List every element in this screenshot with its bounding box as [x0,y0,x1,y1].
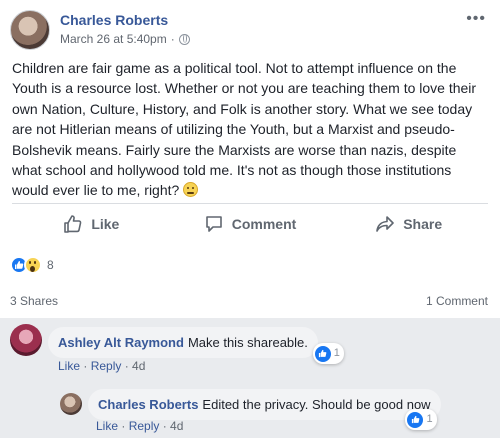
author-avatar[interactable] [10,10,50,50]
commenter-avatar[interactable] [10,324,42,356]
more-options-icon[interactable]: ••• [466,10,486,28]
comment-bubble: Ashley Alt Raymond Make this shareable. 1 [48,327,344,364]
post-body: Children are fair game as a political to… [12,58,488,201]
thumbs-up-icon [64,215,82,233]
like-button-label: Like [91,216,120,232]
comment-actions: Like · Reply · 4d [58,359,146,373]
shares-count[interactable]: 3 Shares [10,294,58,308]
meta-separator: · [170,32,175,46]
comment-age: 4d [132,359,146,373]
comment-reply-link[interactable]: Reply [91,359,122,373]
share-icon [376,216,395,232]
comment: Ashley Alt Raymond Make this shareable. 1 [10,324,344,364]
reply-actions: Like · Reply · 4d [96,419,184,433]
reply: Charles Roberts Edited the privacy. Shoul… [60,389,441,430]
globe-icon[interactable] [178,33,190,45]
post-meta: March 26 at 5:40pm · [60,32,190,46]
reply-age: 4d [170,419,184,433]
reply-like-link[interactable]: Like [96,419,118,433]
comment-button[interactable]: Comment [171,206,330,242]
like-button[interactable]: Like [12,206,171,242]
comment-icon [205,216,222,232]
like-reaction-icon [407,411,424,428]
reaction-count: 8 [47,258,54,272]
divider [12,203,488,204]
comments-count[interactable]: 1 Comment [426,294,488,308]
share-button-label: Share [403,216,443,232]
thinking-face-emoji-icon [183,182,199,198]
reaction-summary[interactable]: 8 [10,256,54,274]
reply-text: Edited the privacy. Should be good now [202,397,431,412]
comment-reaction-count: 1 [333,347,340,359]
replier-name[interactable]: Charles Roberts [98,397,198,412]
post-date[interactable]: March 26 at 5:40pm [60,32,167,46]
reply-bubble: Charles Roberts Edited the privacy. Shoul… [88,389,441,430]
wow-reaction-icon [24,256,42,274]
comment-like-link[interactable]: Like [58,359,80,373]
replier-avatar[interactable] [60,393,82,415]
post-text: Children are fair game as a political to… [12,60,477,199]
commenter-name[interactable]: Ashley Alt Raymond [58,335,184,350]
post-author-name[interactable]: Charles Roberts [60,12,168,28]
reply-reaction-count: 1 [426,413,433,425]
like-reaction-icon [314,345,331,362]
share-button[interactable]: Share [329,206,488,242]
comment-button-label: Comment [231,216,297,232]
post-card: Charles Roberts March 26 at 5:40pm · •••… [0,0,500,318]
post-action-bar: Like Comment Share [12,206,488,242]
reply-reaction-badge[interactable]: 1 [405,409,437,430]
reply-reply-link[interactable]: Reply [129,419,160,433]
comment-text: Make this shareable. [187,335,308,350]
comment-reaction-badge[interactable]: 1 [312,343,344,364]
